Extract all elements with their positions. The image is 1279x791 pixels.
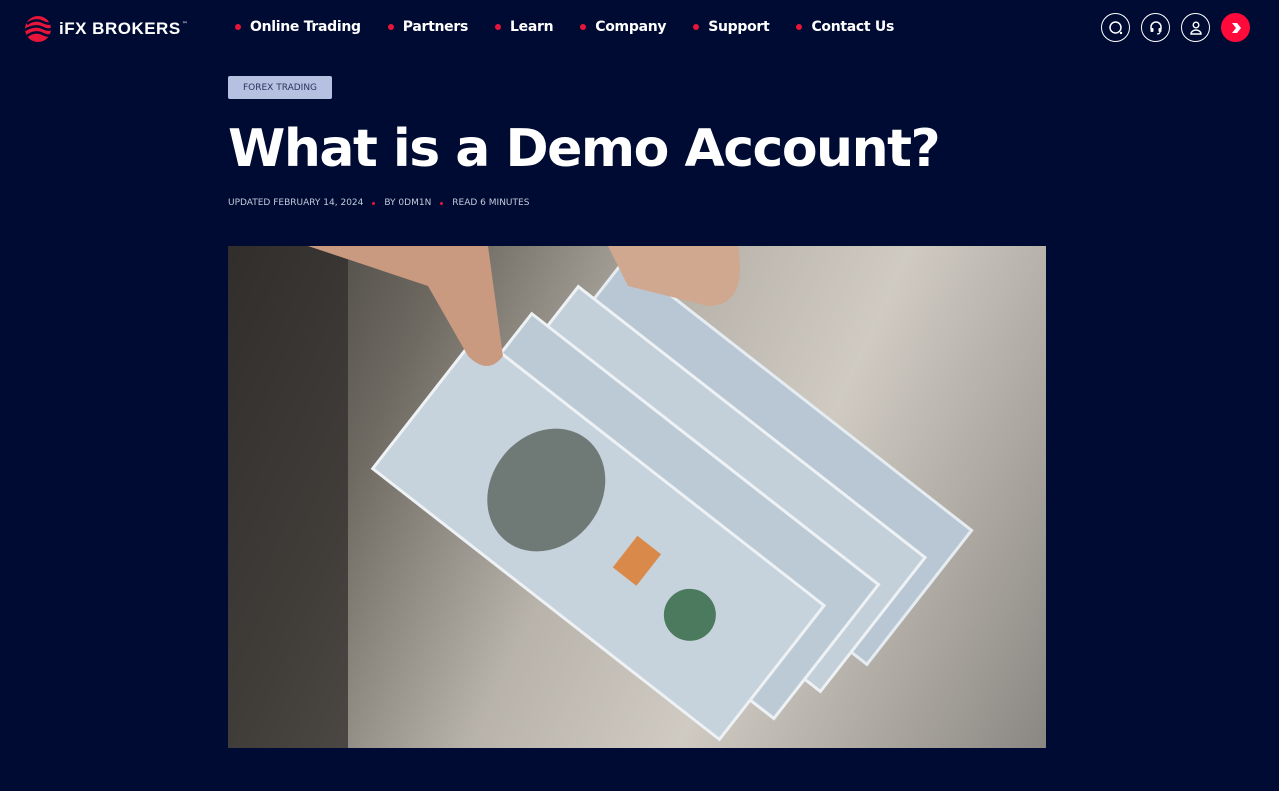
bullet-icon [235, 24, 241, 30]
article-meta: UPDATED FEBRUARY 14, 2024 BY 0DM1N READ … [228, 198, 529, 208]
site-header: iFX BROKERS ™ Online Trading Partners Lea… [0, 0, 1279, 58]
nav-contact-us[interactable]: Contact Us [796, 19, 894, 35]
nav-label: Support [708, 19, 770, 35]
logo-text: iFX BROKERS [59, 19, 181, 38]
updated-date: UPDATED FEBRUARY 14, 2024 [228, 198, 364, 208]
nav-partners[interactable]: Partners [387, 19, 469, 35]
nav-learn[interactable]: Learn [495, 19, 554, 35]
trademark: ™ [181, 20, 188, 28]
search-button[interactable] [1101, 13, 1130, 42]
open-account-button[interactable] [1221, 13, 1250, 42]
bullet-icon [495, 24, 502, 30]
logo[interactable]: iFX BROKERS ™ [23, 14, 188, 44]
logo-mark-icon [24, 16, 53, 42]
bullet-icon [693, 24, 700, 30]
author[interactable]: BY 0DM1N [384, 198, 431, 208]
nav-label: Online Trading [250, 19, 361, 35]
category-badge[interactable]: FOREX TRADING [228, 76, 332, 99]
nav-company[interactable]: Company [580, 19, 667, 35]
page-title: What is a Demo Account? [228, 119, 941, 179]
nav-online-trading[interactable]: Online Trading [235, 19, 361, 35]
main-nav: Online Trading Partners Learn Company Su… [235, 19, 921, 35]
support-button[interactable] [1141, 13, 1170, 42]
bullet-icon [580, 24, 587, 30]
hero-image [228, 246, 1046, 748]
bullet-icon [796, 24, 803, 30]
nav-support[interactable]: Support [693, 19, 770, 35]
user-icon [1189, 21, 1202, 35]
headset-icon [1149, 20, 1162, 35]
money-illustration [228, 246, 974, 748]
search-icon [1108, 20, 1122, 34]
read-time: READ 6 MINUTES [452, 198, 530, 208]
arrow-right-icon [1231, 22, 1241, 33]
nav-label: Learn [510, 19, 554, 35]
separator-dot [440, 201, 444, 205]
nav-label: Contact Us [811, 19, 895, 35]
separator-dot [372, 201, 376, 205]
account-button[interactable] [1181, 13, 1210, 42]
nav-label: Partners [402, 19, 469, 35]
nav-label: Company [595, 19, 667, 35]
bullet-icon [387, 24, 394, 30]
header-actions [1101, 13, 1250, 42]
